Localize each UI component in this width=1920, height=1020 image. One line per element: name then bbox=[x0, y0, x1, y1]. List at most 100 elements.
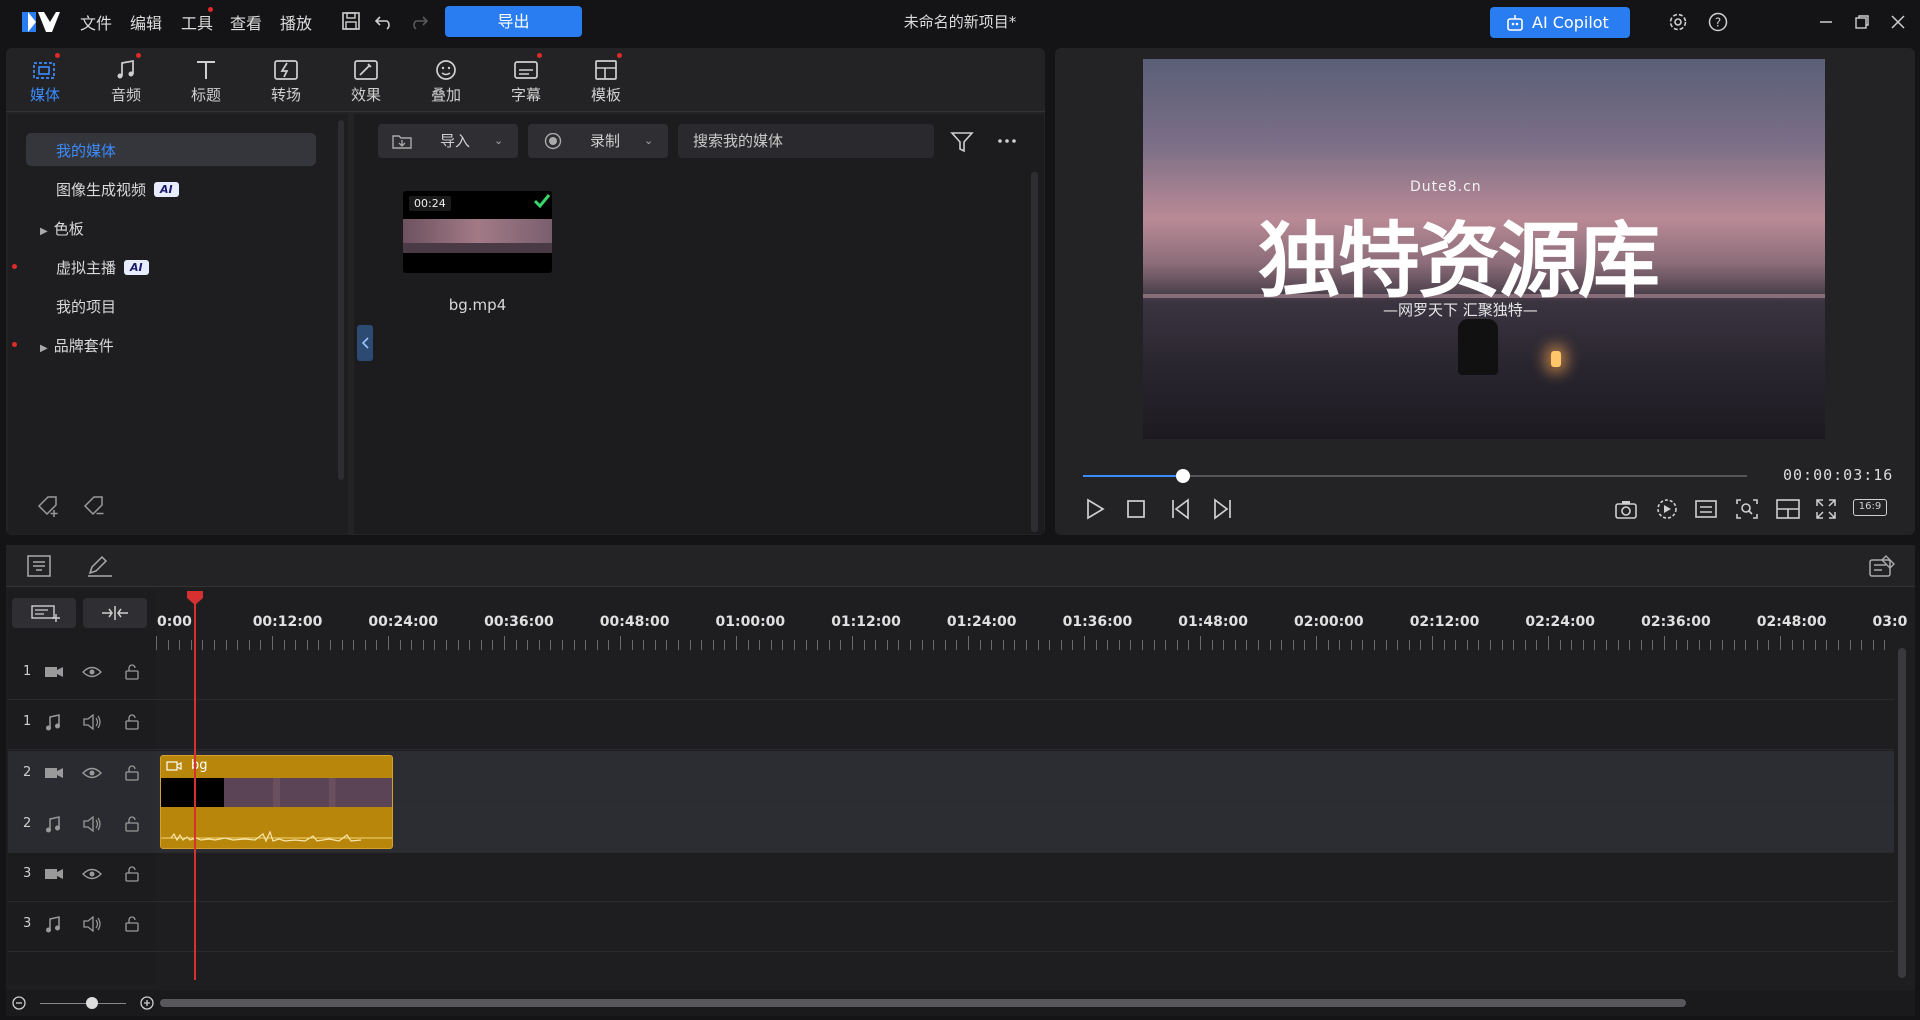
tab-effect[interactable]: 效果 bbox=[331, 54, 401, 105]
ruler-tick bbox=[991, 640, 993, 650]
tab-overlay[interactable]: 叠加 bbox=[411, 54, 481, 105]
menu-tools[interactable]: 工具 bbox=[181, 10, 213, 34]
playhead-handle-icon[interactable] bbox=[186, 590, 204, 606]
lock-icon[interactable] bbox=[124, 866, 140, 882]
timeline-settings-icon[interactable] bbox=[1868, 554, 1896, 580]
audio-track-icon[interactable] bbox=[44, 816, 62, 834]
undo-icon[interactable] bbox=[375, 12, 393, 30]
timeline-track-video[interactable] bbox=[8, 650, 1894, 700]
menu-edit[interactable]: 编辑 bbox=[130, 10, 162, 34]
ruler-tick bbox=[306, 640, 308, 650]
video-track-icon[interactable] bbox=[44, 867, 64, 881]
zoom-out-icon[interactable] bbox=[12, 996, 26, 1010]
ruler-tick bbox=[898, 640, 900, 650]
timeline-track-video[interactable] bbox=[8, 852, 1894, 902]
ruler-tick bbox=[1084, 636, 1085, 650]
visibility-eye-icon[interactable] bbox=[82, 665, 102, 679]
help-icon[interactable]: ? bbox=[1708, 12, 1728, 32]
ai-copilot-button[interactable]: AI Copilot bbox=[1490, 7, 1630, 38]
minimize-icon[interactable] bbox=[1818, 14, 1834, 30]
next-frame-icon[interactable] bbox=[1209, 498, 1233, 520]
stop-icon[interactable] bbox=[1127, 500, 1145, 518]
save-icon[interactable] bbox=[342, 12, 360, 30]
previous-frame-icon[interactable] bbox=[1170, 498, 1194, 520]
zoom-slider-track[interactable] bbox=[40, 1003, 126, 1004]
sidebar-scrollbar[interactable] bbox=[338, 120, 344, 480]
sidebar-item-virtual-anchor[interactable]: 虚拟主播 AI bbox=[56, 257, 149, 278]
sidebar-item-color-board[interactable]: ▶ 色板 bbox=[40, 218, 84, 239]
more-options-icon[interactable] bbox=[996, 137, 1018, 145]
sidebar-item-brand-kit[interactable]: ▶ 品牌套件 bbox=[40, 335, 114, 356]
play-icon[interactable] bbox=[1084, 498, 1106, 520]
tab-title[interactable]: 标题 bbox=[171, 54, 241, 105]
zoom-in-icon[interactable] bbox=[140, 996, 154, 1010]
tab-template[interactable]: 模板 bbox=[571, 54, 641, 105]
expand-triangle-icon: ▶ bbox=[40, 343, 48, 354]
playback-quality-icon[interactable] bbox=[1655, 497, 1679, 521]
visibility-eye-icon[interactable] bbox=[82, 766, 102, 780]
video-track-icon[interactable] bbox=[44, 665, 64, 679]
media-clip-thumbnail[interactable]: 00:24 bbox=[403, 191, 552, 273]
close-icon[interactable] bbox=[1890, 14, 1906, 30]
menu-file[interactable]: 文件 bbox=[80, 10, 112, 34]
search-input[interactable]: 搜索我的媒体 bbox=[678, 124, 934, 158]
volume-speaker-icon[interactable] bbox=[82, 816, 102, 832]
tab-media[interactable]: 媒体 bbox=[10, 54, 80, 105]
ai-badge: AI bbox=[124, 260, 149, 275]
track-number: 2 bbox=[23, 765, 32, 780]
subtitle-toggle-icon[interactable] bbox=[1694, 498, 1718, 520]
redo-icon[interactable] bbox=[410, 12, 428, 30]
snapshot-camera-icon[interactable] bbox=[1614, 498, 1638, 520]
timeline-vertical-scrollbar[interactable] bbox=[1898, 648, 1906, 978]
volume-speaker-icon[interactable] bbox=[82, 916, 102, 932]
ruler-tick bbox=[1861, 640, 1863, 650]
lock-icon[interactable] bbox=[124, 664, 140, 680]
visibility-eye-icon[interactable] bbox=[82, 867, 102, 881]
zoom-preview-icon[interactable] bbox=[1735, 498, 1759, 520]
menu-view[interactable]: 查看 bbox=[230, 10, 262, 34]
volume-speaker-icon[interactable] bbox=[82, 714, 102, 730]
menu-play[interactable]: 播放 bbox=[280, 10, 312, 34]
timeline-track-audio[interactable] bbox=[8, 902, 1894, 952]
zoom-slider-handle[interactable] bbox=[86, 997, 98, 1009]
lock-icon[interactable] bbox=[124, 916, 140, 932]
ruler-tick bbox=[434, 640, 436, 650]
import-dropdown[interactable]: 导入 ⌄ bbox=[378, 124, 518, 158]
record-dropdown[interactable]: 录制 ⌄ bbox=[528, 124, 668, 158]
audio-track-icon[interactable] bbox=[44, 916, 62, 934]
export-button[interactable]: 导出 bbox=[445, 6, 582, 37]
add-tag-icon[interactable] bbox=[36, 494, 64, 518]
tab-audio[interactable]: 音频 bbox=[91, 54, 161, 105]
audio-track-icon[interactable] bbox=[44, 714, 62, 732]
settings-gear-icon[interactable] bbox=[1668, 12, 1688, 32]
timeline-tools-icon[interactable] bbox=[26, 554, 52, 578]
ruler-tick bbox=[1791, 640, 1793, 650]
ruler-tick bbox=[202, 640, 204, 650]
lock-icon[interactable] bbox=[124, 765, 140, 781]
sidebar-item-my-projects[interactable]: 我的项目 bbox=[56, 296, 116, 317]
tab-subtitle[interactable]: 字幕 bbox=[491, 54, 561, 105]
timeline-track-audio[interactable] bbox=[8, 700, 1894, 750]
restore-icon[interactable] bbox=[1854, 14, 1870, 30]
layout-toggle-icon[interactable] bbox=[1775, 498, 1801, 520]
playback-scrubber-handle[interactable] bbox=[1175, 469, 1190, 483]
video-preview-frame[interactable]: Dute8.cn 独特资源库 —网罗天下 汇聚独特— bbox=[1143, 59, 1825, 439]
project-title: 未命名的新项目* bbox=[903, 13, 1017, 31]
filter-icon[interactable] bbox=[950, 130, 974, 154]
add-track-button[interactable] bbox=[12, 598, 76, 628]
remove-tag-icon[interactable] bbox=[82, 494, 110, 518]
lock-icon[interactable] bbox=[124, 816, 140, 832]
fit-timeline-button[interactable] bbox=[83, 598, 147, 628]
fullscreen-icon[interactable] bbox=[1815, 498, 1837, 520]
aspect-ratio-button[interactable]: 16:9 bbox=[1853, 499, 1887, 516]
collapse-panel-button[interactable] bbox=[357, 325, 373, 361]
tab-transition[interactable]: 转场 bbox=[251, 54, 321, 105]
media-scrollbar[interactable] bbox=[1031, 172, 1038, 532]
video-track-icon[interactable] bbox=[44, 766, 64, 780]
lock-icon[interactable] bbox=[124, 714, 140, 730]
sidebar-item-image-to-video[interactable]: 图像生成视频 AI bbox=[56, 179, 179, 200]
ruler-tick bbox=[654, 640, 656, 650]
timeline-horizontal-scrollbar[interactable] bbox=[160, 999, 1686, 1007]
video-camera-icon bbox=[166, 761, 182, 771]
edit-pen-icon[interactable] bbox=[86, 554, 114, 578]
